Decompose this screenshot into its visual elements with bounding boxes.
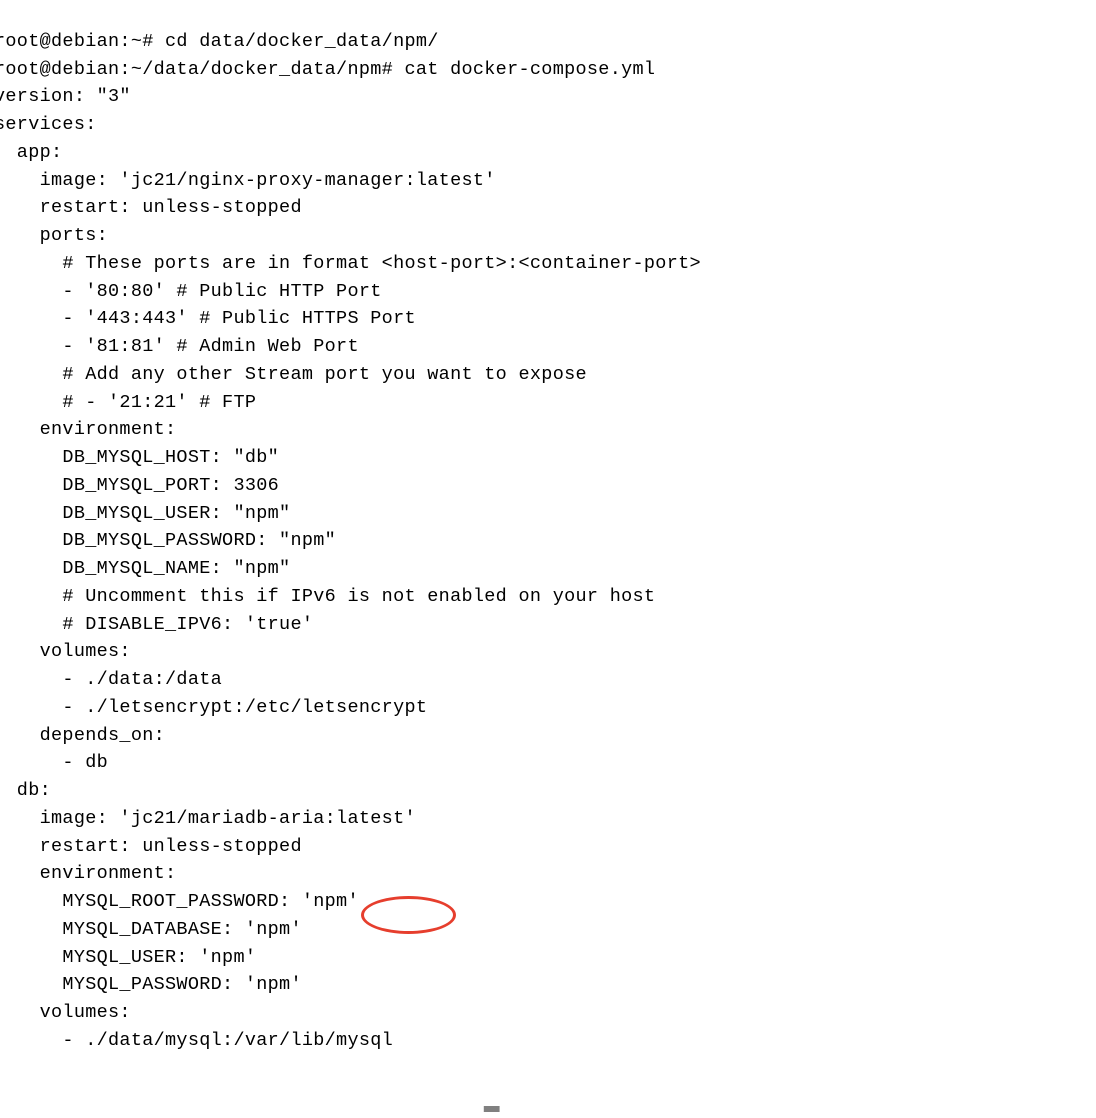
terminal-line: - ./data/mysql:/var/lib/mysql — [0, 1027, 1096, 1055]
terminal-line: services: — [0, 111, 1096, 139]
terminal-line: # DISABLE_IPV6: 'true' — [0, 611, 1096, 639]
terminal-line: - ./data:/data — [0, 666, 1096, 694]
terminal-line: volumes: — [0, 999, 1096, 1027]
terminal-line: DB_MYSQL_USER: "npm" — [0, 500, 1096, 528]
terminal-line: # These ports are in format <host-port>:… — [0, 250, 1096, 278]
terminal-line: - ./letsencrypt:/etc/letsencrypt — [0, 694, 1096, 722]
terminal-output[interactable]: root@debian:~# cd data/docker_data/npm/r… — [0, 0, 1096, 1055]
terminal-cursor: ▂ — [484, 1088, 500, 1118]
terminal-line: image: 'jc21/mariadb-aria:latest' — [0, 805, 1096, 833]
terminal-line: app: — [0, 139, 1096, 167]
terminal-line: # - '21:21' # FTP — [0, 389, 1096, 417]
terminal-line: version: "3" — [0, 83, 1096, 111]
terminal-line: DB_MYSQL_NAME: "npm" — [0, 555, 1096, 583]
terminal-line: - '80:80' # Public HTTP Port — [0, 278, 1096, 306]
terminal-line: restart: unless-stopped — [0, 194, 1096, 222]
terminal-line: image: 'jc21/nginx-proxy-manager:latest' — [0, 167, 1096, 195]
terminal-line: MYSQL_ROOT_PASSWORD: 'npm' — [0, 888, 1096, 916]
terminal-line: - '81:81' # Admin Web Port — [0, 333, 1096, 361]
terminal-line: # Uncomment this if IPv6 is not enabled … — [0, 583, 1096, 611]
terminal-line: environment: — [0, 416, 1096, 444]
terminal-line: db: — [0, 777, 1096, 805]
terminal-line: # Add any other Stream port you want to … — [0, 361, 1096, 389]
terminal-line: MYSQL_PASSWORD: 'npm' — [0, 971, 1096, 999]
terminal-line: MYSQL_USER: 'npm' — [0, 944, 1096, 972]
terminal-line: ports: — [0, 222, 1096, 250]
terminal-line: DB_MYSQL_PASSWORD: "npm" — [0, 527, 1096, 555]
terminal-line: DB_MYSQL_HOST: "db" — [0, 444, 1096, 472]
terminal-line: root@debian:~# cd data/docker_data/npm/ — [0, 28, 1096, 56]
terminal-line: restart: unless-stopped — [0, 833, 1096, 861]
terminal-line: volumes: — [0, 638, 1096, 666]
terminal-line: DB_MYSQL_PORT: 3306 — [0, 472, 1096, 500]
terminal-line: MYSQL_DATABASE: 'npm' — [0, 916, 1096, 944]
terminal-line: root@debian:~/data/docker_data/npm# cat … — [0, 56, 1096, 84]
terminal-line: - db — [0, 749, 1096, 777]
terminal-line: - '443:443' # Public HTTPS Port — [0, 305, 1096, 333]
terminal-line: depends_on: — [0, 722, 1096, 750]
terminal-line: environment: — [0, 860, 1096, 888]
